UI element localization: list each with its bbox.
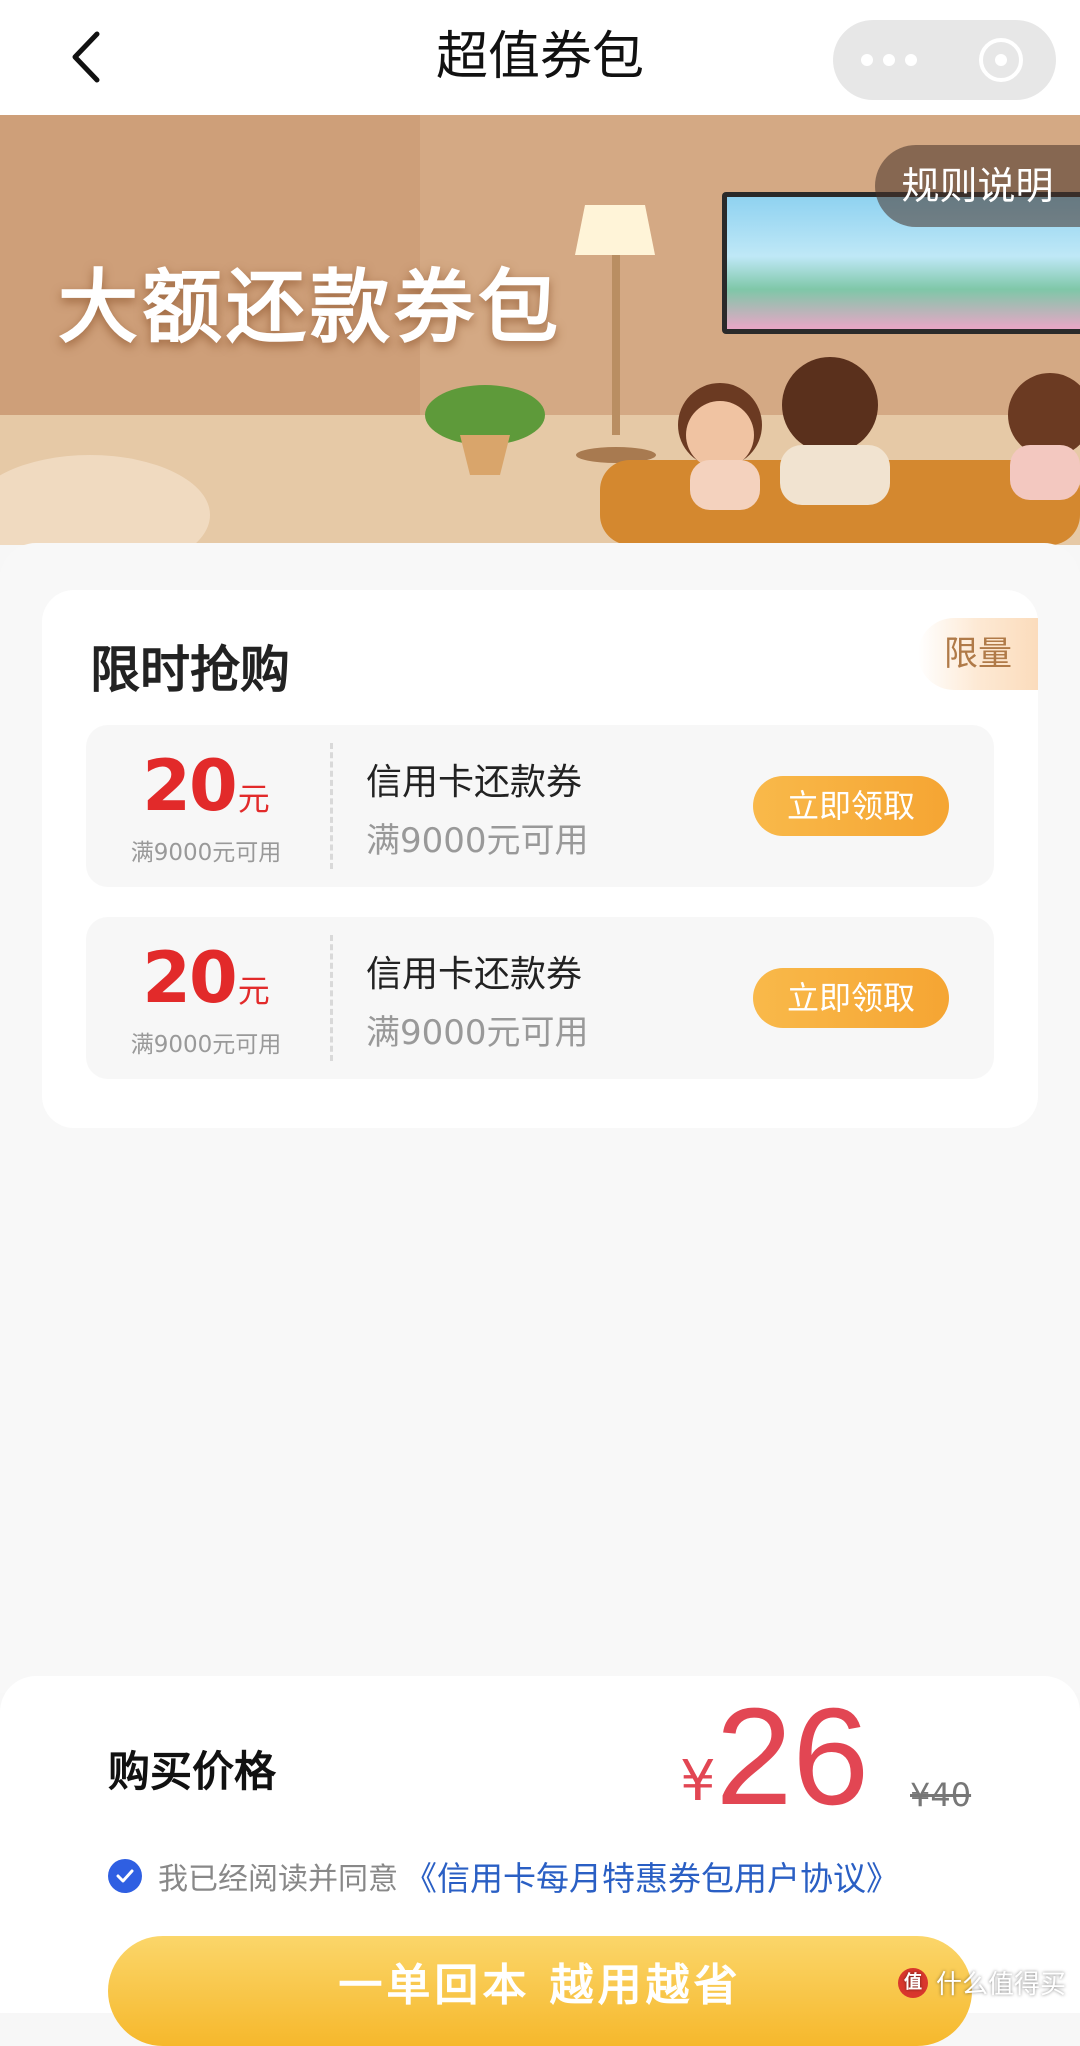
dashed-divider	[330, 935, 333, 1061]
price-value: 26	[715, 1680, 870, 1834]
price-label: 购买价格	[108, 1747, 277, 1796]
coupon-item: 20元 满9000元可用 信用卡还款券 满9000元可用 立即领取	[86, 917, 994, 1079]
buy-button[interactable]: 一单回本 越用越省	[108, 1936, 972, 2046]
coupon-amount-unit: 元	[237, 972, 270, 1010]
coupon-amount: 20元	[86, 745, 326, 827]
dashed-divider	[330, 743, 333, 869]
agreement-checkbox[interactable]	[108, 1859, 142, 1893]
claim-button[interactable]: 立即领取	[753, 776, 949, 836]
close-circle-icon	[978, 38, 1023, 82]
coupon-name: 信用卡还款券	[366, 762, 583, 803]
watermark-logo: 值	[897, 1967, 928, 1998]
original-price: ¥40	[910, 1776, 972, 1814]
coupon-amount: 20元	[86, 937, 326, 1019]
coupon-name: 信用卡还款券	[366, 954, 583, 995]
agreement-link[interactable]: 《信用卡每月特惠券包用户协议》	[404, 1852, 899, 1900]
top-nav-bar: 超值券包	[0, 0, 1080, 115]
agreement-row: 我已经阅读并同意 《信用卡每月特惠券包用户协议》	[108, 1851, 899, 1901]
coupon-value: 20元 满9000元可用	[86, 917, 326, 1079]
agreement-text: 我已经阅读并同意	[158, 1862, 398, 1897]
currency-symbol: ¥	[680, 1749, 716, 1814]
watermark: 值 什么值得买	[897, 1964, 1066, 2001]
coupon-condition-small: 满9000元可用	[130, 840, 282, 866]
banner-headline: 大额还款券包	[58, 261, 562, 354]
close-button[interactable]	[945, 20, 1056, 100]
more-button[interactable]	[833, 20, 945, 100]
promo-banner: 大额还款券包 规则说明	[0, 115, 1080, 545]
limited-tag: 限量	[918, 618, 1038, 690]
mini-program-capsule	[833, 20, 1056, 100]
coupon-amount-unit: 元	[237, 780, 270, 818]
coupon-item: 20元 满9000元可用 信用卡还款券 满9000元可用 立即领取	[86, 725, 994, 887]
rules-button[interactable]: 规则说明	[875, 145, 1080, 227]
claim-button[interactable]: 立即领取	[753, 968, 949, 1028]
more-dots-icon	[905, 54, 917, 66]
check-icon	[116, 1869, 134, 1883]
coupon-value: 20元 满9000元可用	[86, 725, 326, 887]
section-title: 限时抢购	[90, 641, 290, 699]
purchase-panel: 购买价格 ¥26 ¥40 我已经阅读并同意 《信用卡每月特惠券包用户协议》 一单…	[0, 1676, 1080, 2046]
flash-sale-card: 限时抢购 限量 20元 满9000元可用 信用卡还款券 满9000元可用 立即领…	[42, 590, 1038, 1128]
watermark-text: 什么值得买	[935, 1970, 1066, 2000]
more-dots-icon	[883, 54, 895, 66]
coupon-condition-small: 满9000元可用	[130, 1032, 282, 1058]
coupon-condition: 满9000元可用	[366, 1013, 589, 1053]
coupon-condition: 满9000元可用	[366, 821, 589, 861]
coupon-amount-number: 20	[142, 937, 237, 1019]
coupon-amount-number: 20	[142, 745, 237, 827]
more-dots-icon	[861, 54, 873, 66]
current-price: ¥26	[680, 1688, 869, 1826]
